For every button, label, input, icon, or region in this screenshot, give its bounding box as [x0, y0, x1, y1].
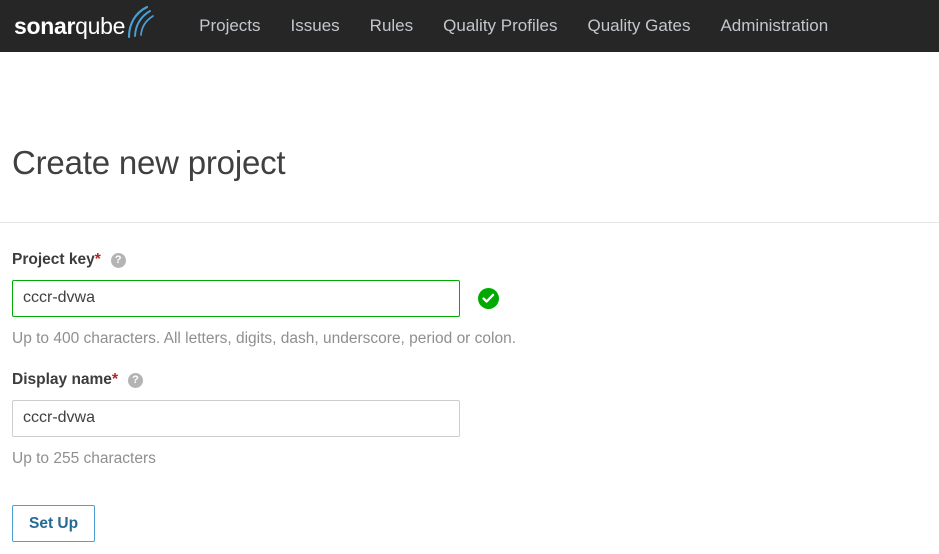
brand-name-light: qube [75, 12, 126, 39]
sonar-waves-icon [125, 5, 156, 39]
nav-list-item: Projects [184, 0, 275, 52]
set-up-button[interactable]: Set Up [12, 504, 96, 542]
project-key-note: Up to 400 characters. All letters, digit… [12, 329, 517, 347]
nav-item-quality-gates[interactable]: Quality Gates [572, 16, 705, 35]
help-icon[interactable]: ? [110, 253, 126, 269]
field-spacer [12, 349, 927, 371]
nav-item-rules[interactable]: Rules [355, 16, 428, 35]
field-group-project-key: Project key* ? Up to 400 characters. All… [12, 251, 927, 349]
nav-item-projects[interactable]: Projects [184, 16, 275, 35]
sonarqube-logo[interactable]: sonarqube [14, 0, 156, 52]
nav-item-administration[interactable]: Administration [705, 16, 843, 35]
project-key-label: Project key * ? [12, 251, 927, 270]
nav-list-item: Quality Profiles [428, 0, 572, 52]
nav-list-item: Rules [355, 0, 428, 52]
navbar-menu: Projects Issues Rules Quality Profiles Q… [184, 0, 843, 52]
display-name-label: Display name * ? [12, 371, 927, 390]
nav-item-issues[interactable]: Issues [276, 16, 355, 35]
brand-name-bold: sonar [14, 12, 76, 39]
brand-wordmark: sonarqube [14, 12, 126, 39]
page-content: Create new project Project key* ? Up to … [0, 52, 939, 542]
display-name-input-row [12, 399, 927, 437]
nav-list-item: Issues [276, 0, 355, 52]
display-name-input[interactable] [12, 399, 460, 437]
field-group-display-name: Display name* ? Up to 255 characters [12, 371, 927, 469]
help-icon[interactable]: ? [127, 372, 143, 388]
required-asterisk: * [111, 371, 118, 389]
nav-list-item: Quality Gates [572, 0, 705, 52]
project-key-input-row [12, 279, 927, 317]
nav-item-quality-profiles[interactable]: Quality Profiles [428, 16, 572, 35]
nav-list-item: Administration [705, 0, 843, 52]
project-key-input[interactable] [12, 279, 460, 317]
display-name-note: Up to 255 characters [12, 449, 156, 467]
display-name-label-text: Display name [12, 371, 112, 389]
check-circle-icon [478, 287, 499, 309]
project-key-label-text: Project key [12, 251, 95, 269]
page-title: Create new project [12, 144, 286, 181]
global-navbar: sonarqube Projects Issues Rules Quality … [0, 0, 939, 52]
required-asterisk: * [94, 251, 101, 269]
create-project-form: Project key* ? Up to 400 characters. All… [12, 223, 927, 542]
